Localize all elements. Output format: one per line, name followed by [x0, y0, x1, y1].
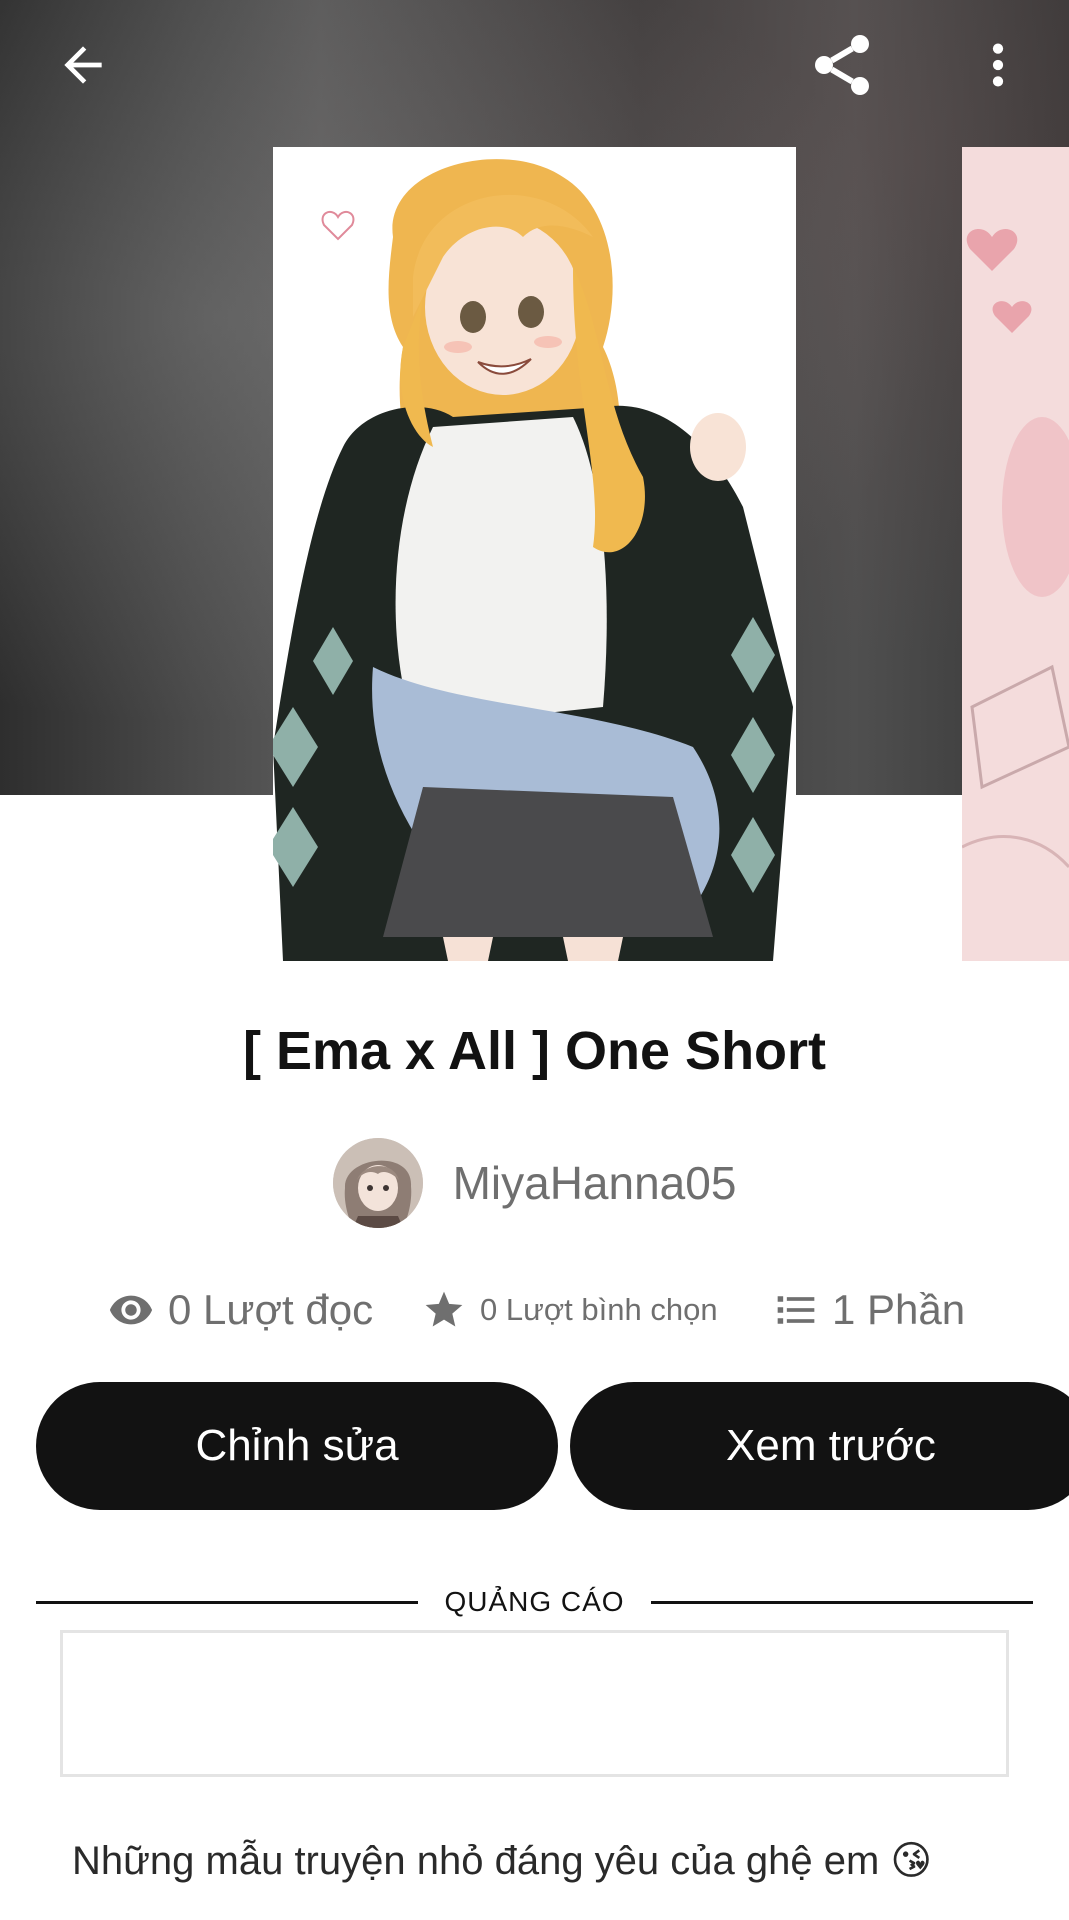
- story-cover[interactable]: [273, 147, 796, 961]
- author-name[interactable]: MiyaHanna05: [453, 1156, 737, 1210]
- list-icon: [777, 1296, 815, 1324]
- edit-button[interactable]: Chỉnh sửa: [36, 1382, 558, 1510]
- arrow-left-icon: [64, 46, 102, 84]
- parts-stat: 1 Phần: [774, 1280, 965, 1340]
- more-vertical-icon: [992, 43, 1004, 87]
- avatar[interactable]: [332, 1138, 423, 1228]
- more-options-button[interactable]: [958, 25, 1038, 105]
- cover-illustration: [273, 147, 796, 961]
- share-icon: [815, 35, 869, 95]
- story-title: [ Ema x All ] One Short: [242, 1021, 827, 1081]
- story-description: Những mẫu truyện nhỏ đáng yêu của ghệ em…: [72, 1839, 933, 1883]
- author-row[interactable]: MiyaHanna05: [0, 1138, 1069, 1228]
- share-button[interactable]: [802, 25, 882, 105]
- votes-stat: 0 Lượt bình chọn: [422, 1280, 718, 1340]
- ad-slot[interactable]: [60, 1630, 1009, 1777]
- back-button[interactable]: [43, 25, 123, 105]
- eye-icon: [109, 1295, 153, 1325]
- next-story-cover[interactable]: [962, 147, 1069, 961]
- star-icon: [425, 1291, 463, 1327]
- ad-header: QUẢNG CÁO: [36, 1580, 1034, 1624]
- parts-count: 1 Phần: [832, 1286, 966, 1333]
- story-stats: 0 Lượt đọc 0 Lượt bình chọn 1 Phần: [0, 1280, 1069, 1340]
- next-cover-illustration: [962, 147, 1069, 961]
- preview-button[interactable]: Xem trước: [570, 1382, 1069, 1510]
- divider: [650, 1600, 1034, 1604]
- reads-count: 0 Lượt đọc: [168, 1286, 374, 1333]
- votes-count: 0 Lượt bình chọn: [480, 1292, 718, 1327]
- ad-label: QUẢNG CÁO: [444, 1586, 625, 1617]
- divider: [36, 1600, 419, 1604]
- author-avatar-image: [332, 1138, 423, 1228]
- reads-stat: 0 Lượt đọc: [108, 1280, 373, 1340]
- top-app-bar: [0, 0, 1069, 130]
